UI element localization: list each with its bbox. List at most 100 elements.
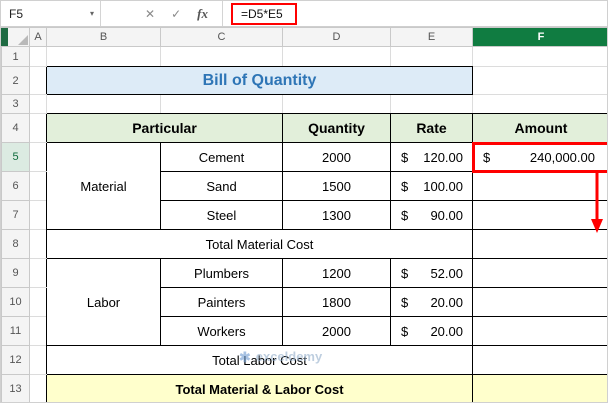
cell-A6[interactable] [29,171,47,201]
currency-symbol: $ [401,178,409,194]
sheet-title[interactable]: Bill of Quantity [46,66,473,95]
cell-A1[interactable] [29,46,47,67]
cell-F12[interactable] [472,345,607,375]
cell-A10[interactable] [29,287,47,317]
row-header-1[interactable]: 1 [1,46,30,67]
cell-A3[interactable] [29,94,47,114]
col-header-A[interactable]: A [29,27,47,47]
cell-C9[interactable]: Plumbers [160,258,283,288]
formula-bar: F5 ▾ ✕ ✓ fx =D5*E5 [1,1,607,27]
cell-E10[interactable]: $20.00 [390,287,473,317]
cell-F11[interactable] [472,316,607,346]
cell-D6[interactable]: 1500 [282,171,391,201]
cell-E9[interactable]: $52.00 [390,258,473,288]
drag-down-arrow-icon [591,172,603,233]
cell-E3[interactable] [390,94,473,114]
row-header-8[interactable]: 8 [1,229,30,259]
cell-D7[interactable]: 1300 [282,200,391,230]
total-labor-cost-label[interactable]: Total Labor Cost [46,345,473,375]
cell-F3[interactable] [472,94,607,114]
cell-F13[interactable] [472,374,607,402]
cell-F8[interactable] [472,229,607,259]
cell-A4[interactable] [29,113,47,143]
cancel-icon[interactable]: ✕ [145,7,155,21]
cell-C3[interactable] [160,94,283,114]
currency-symbol: $ [401,265,409,281]
row-header-5[interactable]: 5 [1,142,30,172]
cell-A9[interactable] [29,258,47,288]
row-12: 12 Total Labor Cost [1,345,607,375]
cell-A7[interactable] [29,200,47,230]
name-box-value: F5 [9,6,24,21]
rate-value: 120.00 [423,149,463,165]
cell-B1[interactable] [46,46,161,67]
col-header-E[interactable]: E [390,27,473,47]
rate-value: 20.00 [430,294,463,310]
cell-D1[interactable] [282,46,391,67]
cell-E1[interactable] [390,46,473,67]
row-header-11[interactable]: 11 [1,316,30,346]
cell-A13[interactable] [29,374,47,402]
cell-D5[interactable]: 2000 [282,142,391,172]
col-header-F-selected[interactable]: F [472,27,607,47]
row-header-3[interactable]: 3 [1,94,30,114]
row-header-12[interactable]: 12 [1,345,30,375]
cell-F6[interactable] [472,171,607,201]
row-header-7[interactable]: 7 [1,200,30,230]
row-header-2[interactable]: 2 [1,66,30,95]
cell-F10[interactable] [472,287,607,317]
header-rate[interactable]: Rate [390,113,473,143]
cell-E11[interactable]: $20.00 [390,316,473,346]
currency-symbol: $ [401,149,409,165]
cell-F1[interactable] [472,46,607,67]
cell-D3[interactable] [282,94,391,114]
name-box[interactable]: F5 ▾ [1,1,101,26]
formula-input[interactable]: =D5*E5 [223,1,607,26]
row-header-9[interactable]: 9 [1,258,30,288]
row-2: 2 Bill of Quantity [1,66,607,95]
cell-B9-labor-group[interactable]: Labor [46,258,161,346]
header-amount[interactable]: Amount [472,113,607,143]
row-header-6[interactable]: 6 [1,171,30,201]
insert-function-icon[interactable]: fx [197,6,208,22]
enter-icon[interactable]: ✓ [171,7,181,21]
cell-B5-material-group[interactable]: Material [46,142,161,230]
cell-A2[interactable] [29,66,47,95]
cell-C5[interactable]: Cement [160,142,283,172]
cell-F2[interactable] [472,66,607,95]
rate-value: 90.00 [430,207,463,223]
cell-C10[interactable]: Painters [160,287,283,317]
formula-value: =D5*E5 [230,2,297,25]
cell-E6[interactable]: $100.00 [390,171,473,201]
cell-C11[interactable]: Workers [160,316,283,346]
header-quantity[interactable]: Quantity [282,113,391,143]
cell-C6[interactable]: Sand [160,171,283,201]
cell-A12[interactable] [29,345,47,375]
col-header-B[interactable]: B [46,27,161,47]
currency-symbol: $ [401,294,409,310]
cell-E5[interactable]: $120.00 [390,142,473,172]
col-header-D[interactable]: D [282,27,391,47]
cell-A5[interactable] [29,142,47,172]
cell-E7[interactable]: $90.00 [390,200,473,230]
row-header-13[interactable]: 13 [1,374,30,402]
cell-A8[interactable] [29,229,47,259]
grand-total-label[interactable]: Total Material & Labor Cost [46,374,473,402]
row-header-4[interactable]: 4 [1,113,30,143]
total-material-cost-label[interactable]: Total Material Cost [46,229,473,259]
cell-D10[interactable]: 1800 [282,287,391,317]
cell-D11[interactable]: 2000 [282,316,391,346]
cell-F7[interactable] [472,200,607,230]
cell-F5-selected[interactable]: $240,000.00 [471,141,607,173]
row-3: 3 [1,94,607,114]
cell-A11[interactable] [29,316,47,346]
cell-B3[interactable] [46,94,161,114]
header-particular[interactable]: Particular [46,113,283,143]
cell-C7[interactable]: Steel [160,200,283,230]
cell-C1[interactable] [160,46,283,67]
col-header-C[interactable]: C [160,27,283,47]
row-header-10[interactable]: 10 [1,287,30,317]
cell-D9[interactable]: 1200 [282,258,391,288]
formula-bar-buttons: ✕ ✓ fx [101,1,223,26]
cell-F9[interactable] [472,258,607,288]
